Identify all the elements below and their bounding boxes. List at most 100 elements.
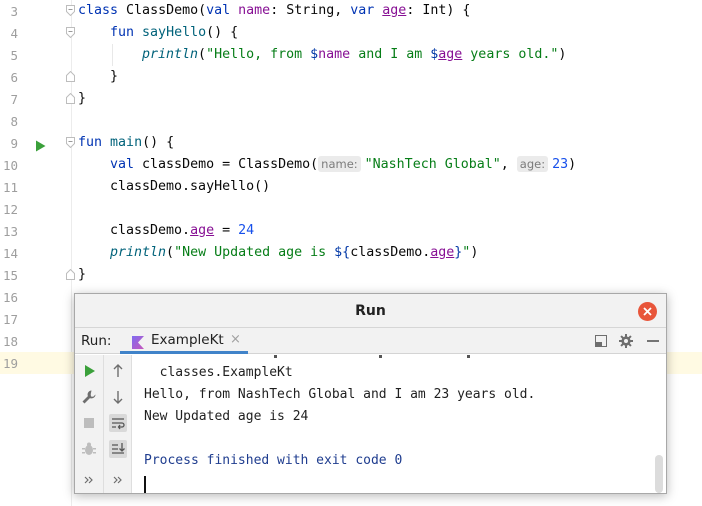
string-literal: and I am	[350, 47, 431, 62]
code-line-11[interactable]: 11 classDemo.sayHello()	[0, 176, 702, 198]
minimize-icon[interactable]	[645, 333, 661, 349]
code-text: )	[558, 47, 567, 62]
code-text: ,	[500, 157, 517, 172]
code-text: () {	[206, 25, 239, 40]
rerun-icon[interactable]	[80, 362, 98, 380]
string-literal: "NashTech Global"	[364, 157, 501, 172]
code-line-12[interactable]: 12	[0, 198, 702, 220]
line-number: 5	[10, 48, 18, 63]
run-gutter-icon[interactable]	[35, 137, 46, 152]
line-number: 16	[2, 290, 18, 305]
function-call: println	[142, 47, 199, 62]
string-literal: years old."	[462, 47, 559, 62]
fold-icon[interactable]	[66, 5, 75, 16]
line-number: 14	[2, 246, 18, 261]
template-sign: ${	[334, 245, 351, 260]
code-line-14[interactable]: 14 println("New Updated age is ${classDe…	[0, 242, 702, 264]
fold-icon[interactable]	[66, 71, 75, 82]
code-line-8[interactable]: 8	[0, 110, 702, 132]
keyword: fun	[110, 25, 135, 40]
indent-guide	[112, 44, 113, 66]
tab-label: ExampleKt	[151, 332, 224, 348]
console-scrollbar[interactable]	[655, 455, 663, 493]
run-tool-window[interactable]: Run Run: ExampleKt × classes.ExampleKt H…	[74, 293, 667, 494]
run-window-titlebar[interactable]: Run	[75, 294, 666, 328]
property: age	[190, 223, 215, 238]
wrench-icon[interactable]	[80, 388, 98, 406]
run-tab-bar: Run: ExampleKt ×	[75, 328, 666, 354]
console-output[interactable]: classes.ExampleKt Hello, from NashTech G…	[133, 355, 665, 493]
settings-gear-icon[interactable]	[618, 333, 634, 349]
code-text: (	[166, 245, 175, 260]
close-icon[interactable]	[638, 302, 657, 321]
code-text: classDemo.sayHello()	[110, 179, 271, 194]
run-window-title: Run	[355, 303, 386, 319]
tab-close-icon[interactable]: ×	[230, 328, 241, 352]
number-literal: 24	[238, 223, 255, 238]
scroll-to-end-icon[interactable]	[109, 440, 127, 458]
function-call: println	[110, 245, 167, 260]
scroll-up-icon[interactable]	[109, 362, 127, 380]
property: age	[438, 47, 463, 62]
code-text: classDemo.	[350, 245, 431, 260]
function-name: sayHello	[142, 25, 207, 40]
line-number: 3	[10, 4, 18, 19]
keyword: class	[78, 3, 119, 18]
code-line-13[interactable]: 13 classDemo.age = 24	[0, 220, 702, 242]
debug-icon[interactable]	[80, 440, 98, 458]
soft-wrap-icon[interactable]	[109, 414, 127, 432]
fold-icon[interactable]	[66, 269, 75, 280]
keyword: fun	[78, 135, 103, 150]
console-line: New Updated age is 24	[144, 409, 309, 424]
number-literal: 23	[552, 157, 569, 172]
line-number: 10	[2, 158, 18, 173]
process-finished-line: Process finished with exit code 0	[144, 453, 403, 468]
function-name: main	[110, 135, 143, 150]
console-line: classes.ExampleKt	[144, 365, 293, 380]
more-chevron-icon[interactable]	[80, 471, 98, 489]
fold-icon[interactable]	[66, 137, 75, 148]
code-line-10[interactable]: 10 val classDemo = ClassDemo(name: "NashT…	[0, 154, 702, 176]
clipped-text-fragment	[274, 355, 470, 358]
template-sign: $	[310, 47, 319, 62]
code-text: }	[78, 267, 87, 282]
restore-layout-icon[interactable]	[593, 333, 609, 349]
fold-icon[interactable]	[66, 27, 75, 38]
property: age	[430, 245, 455, 260]
keyword: val	[110, 157, 135, 172]
console-actions-sidebar	[104, 355, 132, 493]
more-chevron-icon[interactable]	[109, 471, 127, 489]
code-line-6[interactable]: 6 }	[0, 66, 702, 88]
scroll-down-icon[interactable]	[109, 388, 127, 406]
fold-icon[interactable]	[66, 93, 75, 104]
parameter-hint: age:	[516, 156, 549, 172]
line-number: 11	[2, 180, 18, 195]
tab-examplekt[interactable]: ExampleKt ×	[120, 328, 248, 354]
console-line: Hello, from NashTech Global and I am 23 …	[144, 387, 536, 402]
line-number: 15	[2, 268, 18, 283]
class-name: ClassDemo(	[126, 3, 207, 18]
code-text: classDemo.	[110, 223, 191, 238]
run-actions-sidebar	[75, 355, 104, 493]
string-literal: "Hello, from	[206, 47, 311, 62]
code-text: }	[78, 91, 87, 106]
code-text: }	[110, 69, 119, 84]
code-line-3[interactable]: 3 class ClassDemo(val name: String, var …	[0, 0, 702, 22]
line-number: 8	[10, 114, 18, 129]
code-line-7[interactable]: 7 }	[0, 88, 702, 110]
code-text: : String,	[270, 3, 351, 18]
line-number: 19	[2, 356, 18, 371]
code-line-5[interactable]: 5 println("Hello, from $name and I am $a…	[0, 44, 702, 66]
code-line-4[interactable]: 4 fun sayHello() {	[0, 22, 702, 44]
parameter-hint: name:	[318, 156, 361, 172]
stop-icon[interactable]	[80, 414, 98, 432]
code-line-9[interactable]: 9 fun main() {	[0, 132, 702, 154]
line-number: 4	[10, 26, 18, 41]
code-line-15[interactable]: 15 }	[0, 264, 702, 286]
line-number: 17	[2, 312, 18, 327]
property: name	[238, 3, 271, 18]
keyword: val	[206, 3, 231, 18]
keyword: var	[350, 3, 375, 18]
line-number: 12	[2, 202, 18, 217]
property: name	[318, 47, 351, 62]
